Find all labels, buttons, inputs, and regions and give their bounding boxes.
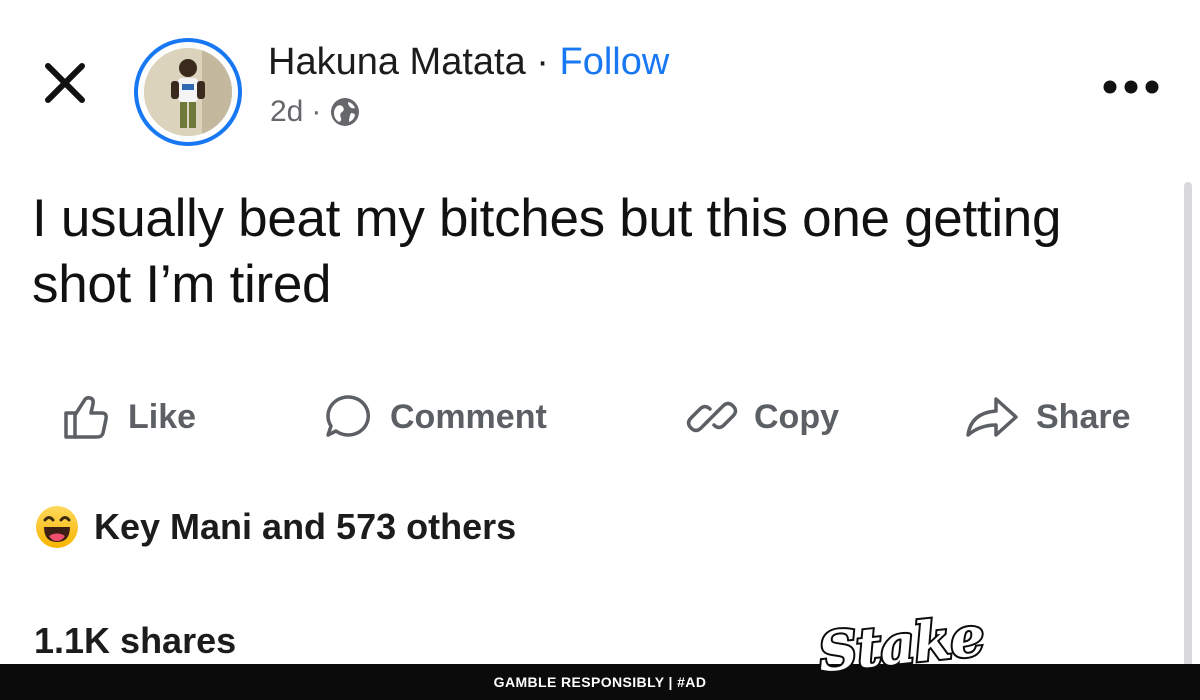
- share-button[interactable]: Share: [962, 384, 1131, 450]
- follow-link[interactable]: Follow: [560, 41, 670, 83]
- more-horizontal-icon: [1103, 80, 1159, 94]
- author-line: Hakuna Matata · Follow: [268, 40, 669, 84]
- post-time[interactable]: 2d: [270, 92, 303, 132]
- author-name[interactable]: Hakuna Matata: [268, 41, 526, 83]
- copy-button[interactable]: Copy: [684, 384, 839, 450]
- more-options-button[interactable]: [1100, 76, 1162, 98]
- post-text: I usually beat my bitches but this one g…: [32, 189, 1062, 314]
- shares-count[interactable]: 1.1K shares: [34, 620, 236, 662]
- ad-banner: GAMBLE RESPONSIBLY | #AD: [0, 664, 1200, 700]
- share-arrow-icon: [966, 397, 1018, 437]
- meta-separator: ·: [311, 95, 322, 128]
- close-button[interactable]: [40, 58, 90, 108]
- post-actions: Like Comment Copy Share: [0, 384, 1200, 450]
- post-meta: 2d ·: [270, 92, 361, 132]
- like-label: Like: [128, 397, 197, 436]
- laughing-emoji-icon: [36, 506, 78, 548]
- share-label: Share: [1036, 397, 1131, 436]
- ad-disclaimer: GAMBLE RESPONSIBLY | #AD: [493, 674, 707, 690]
- avatar-photo: [144, 48, 232, 136]
- avatar[interactable]: [134, 38, 242, 146]
- comment-label: Comment: [390, 397, 547, 436]
- close-icon: [45, 63, 85, 103]
- comment-bubble-icon: [326, 395, 370, 437]
- like-button[interactable]: Like: [58, 384, 196, 450]
- reaction-summary-text: Key Mani and 573 others: [94, 506, 517, 547]
- copy-label: Copy: [754, 397, 839, 436]
- comment-button[interactable]: Comment: [320, 384, 547, 450]
- reaction-summary[interactable]: Key Mani and 573 others: [34, 504, 516, 550]
- link-icon: [686, 401, 738, 433]
- thumbs-up-icon: [64, 396, 108, 439]
- globe-icon: [331, 98, 360, 126]
- author-separator: ·: [536, 41, 549, 83]
